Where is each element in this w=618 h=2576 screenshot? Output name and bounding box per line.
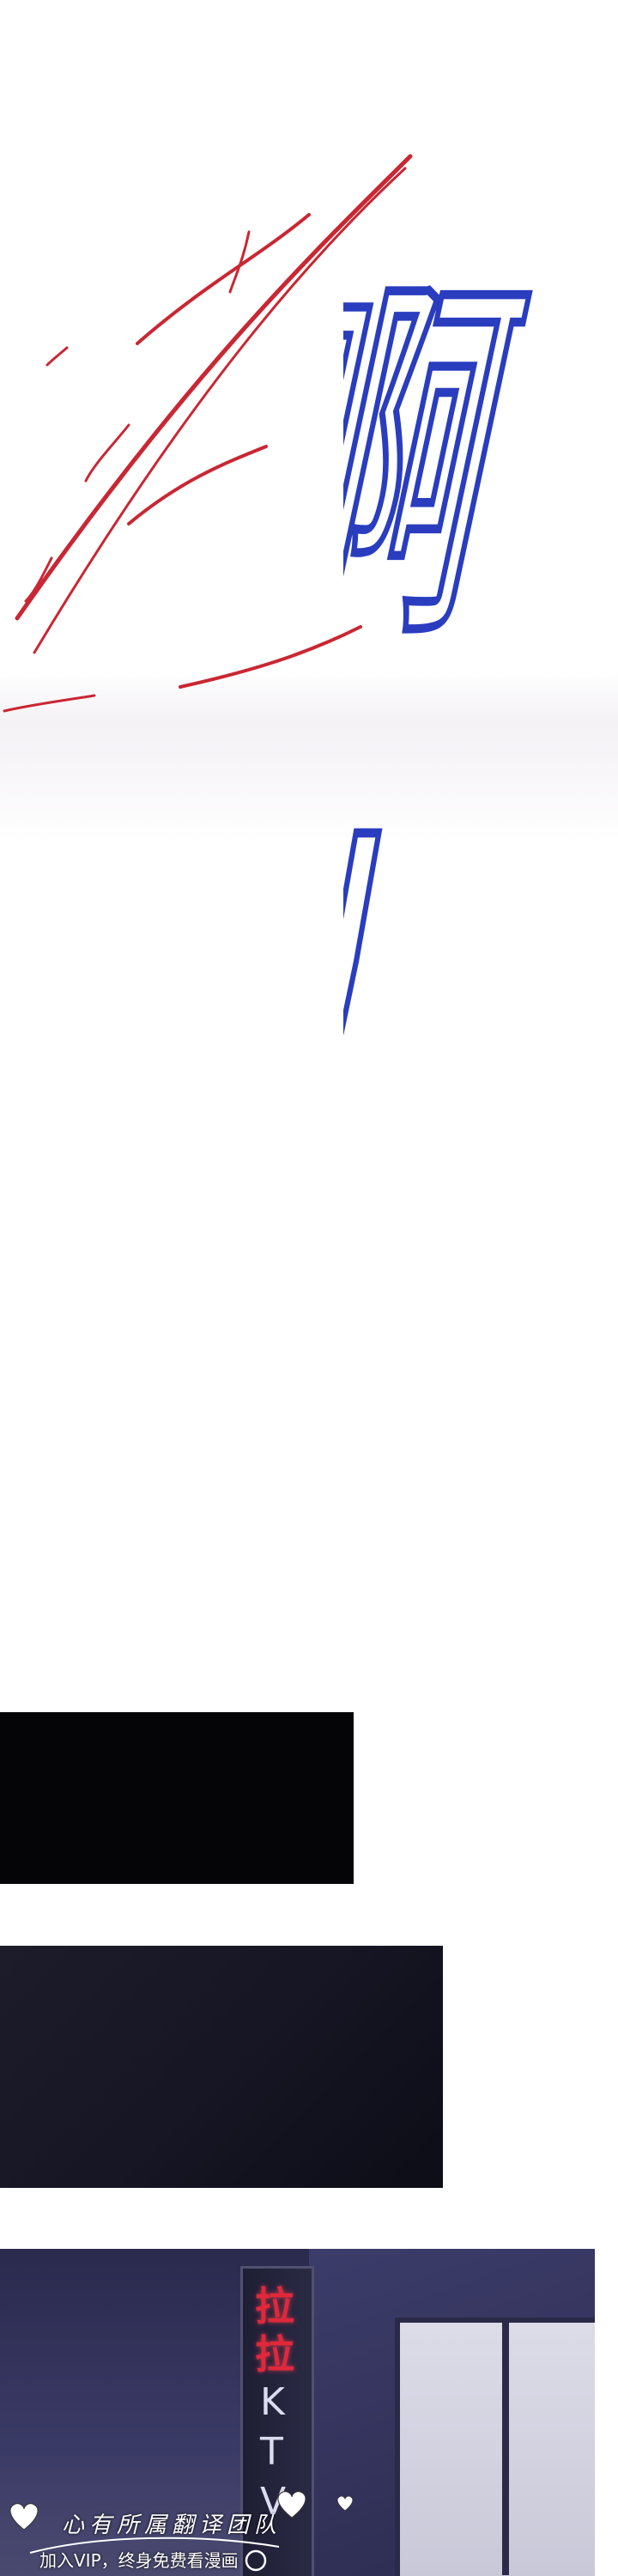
sfx-exclamation-word: 啊 xyxy=(343,239,553,635)
heart-icon xyxy=(277,2491,306,2518)
heart-icon xyxy=(337,2495,353,2512)
sign-letter-t: T xyxy=(260,2430,283,2474)
swoosh-decoration xyxy=(29,2537,280,2554)
sign-letter-k: K xyxy=(260,2380,285,2424)
window-frame xyxy=(502,2318,509,2575)
sfx-char-a: 啊 xyxy=(343,242,549,635)
dark-panel xyxy=(0,1946,443,2188)
sfx-exclamation-mark: ! xyxy=(343,750,432,1133)
sign-char-2: 拉 xyxy=(255,2331,294,2378)
sfx-char-bang: ! xyxy=(343,753,427,1133)
heart-icon xyxy=(9,2503,39,2530)
comic-panel-sfx: 啊 ! xyxy=(0,0,618,1683)
building-window xyxy=(395,2318,595,2576)
black-panel xyxy=(0,1712,354,1884)
